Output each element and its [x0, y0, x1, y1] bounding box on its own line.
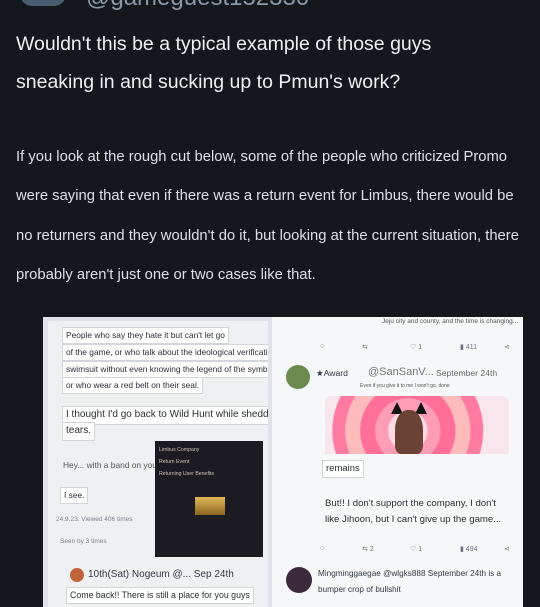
- post-header: @gameguest152330: [0, 0, 540, 12]
- view-count: ▮ 411: [460, 344, 477, 351]
- ad-text: Limbus Company: [159, 447, 200, 453]
- user-handle[interactable]: @gameguest152330: [86, 0, 309, 12]
- share-icon[interactable]: ⋖: [504, 343, 510, 351]
- chat-bubble: I see.: [60, 487, 89, 504]
- award-sub: Even if you give it to me I won't go, do…: [360, 383, 450, 389]
- chat-bubble: tears.: [62, 422, 96, 441]
- chat-bubble: People who say they hate it but can't le…: [62, 327, 229, 344]
- ad-text: Returning User Benefits: [159, 471, 215, 477]
- award-handle[interactable]: @SanSanV...: [368, 366, 434, 378]
- retweet-icon[interactable]: ⇆: [362, 343, 368, 351]
- event-ad-image[interactable]: Limbus Company Return Event Returning Us…: [155, 441, 263, 557]
- chat-bubble: or who wear a red belt on their seal.: [62, 377, 204, 394]
- ad-emblem: [195, 497, 225, 515]
- chat-bubble: swimsuit without even knowing the legend…: [62, 361, 268, 378]
- award-date: September 24th: [436, 368, 498, 378]
- screenshot-collage[interactable]: People who say they hate it but can't le…: [43, 317, 523, 607]
- like-count[interactable]: ♡ 1: [410, 343, 422, 351]
- person-figure: [395, 410, 423, 454]
- reply-text: bumper crop of bullshit: [318, 585, 401, 594]
- share-icon[interactable]: ⋖: [504, 545, 510, 553]
- view-count: ▮ 494: [460, 546, 478, 553]
- ad-text: Return Event: [159, 459, 190, 465]
- award-user[interactable]: ★Award: [316, 368, 348, 379]
- chat-bubble: But!! I don't support the company, I don…: [325, 498, 496, 509]
- right-feed-panel: Jeju city and county, and the time is ch…: [272, 317, 523, 607]
- retweet-count[interactable]: ⇆ 2: [362, 545, 374, 553]
- post-body-line-4: probably aren't just one or two cases li…: [16, 267, 316, 283]
- seen-count: Seen by 3 times: [60, 538, 107, 545]
- action-bar: ○ ⇆ ♡ 1 ▮ 411 ⋖: [320, 343, 520, 353]
- attached-image[interactable]: [325, 396, 509, 454]
- chat-timestamp: 24.9.23. Viewed 406 times: [56, 516, 133, 523]
- reply-icon[interactable]: ○: [320, 545, 324, 552]
- reply-text: Come back!! There is still a place for y…: [66, 587, 254, 604]
- post-body-line-1: If you look at the rough cut below, some…: [16, 149, 508, 165]
- post-title-line-2: sneaking in and sucking up to Pmun's wor…: [16, 71, 401, 93]
- post-title-line-1: Wouldn't this be a typical example of th…: [16, 33, 432, 55]
- reply-icon[interactable]: ○: [320, 343, 324, 350]
- left-chat-panel: People who say they hate it but can't le…: [48, 321, 268, 607]
- post-body-line-3: no returners and they wouldn't do it, bu…: [16, 228, 519, 244]
- avatar[interactable]: [20, 0, 66, 6]
- like-count[interactable]: ♡ 1: [410, 545, 422, 553]
- user-line[interactable]: 10th(Sat) Nogeum @... Sep 24th: [88, 569, 234, 580]
- user-line[interactable]: Mingminggaegae @wlgks888 September 24th …: [318, 569, 501, 578]
- caption: Jeju city and county, and the time is ch…: [382, 318, 519, 325]
- action-bar: ○ ⇆ 2 ♡ 1 ▮ 494 ⋖: [320, 545, 520, 555]
- chat-bubble: remains: [322, 460, 364, 478]
- post-body-line-2: were saying that even if there was a ret…: [16, 188, 514, 204]
- avatar[interactable]: [70, 568, 84, 582]
- chat-bubble: like Jihoon, but I can't give up the gam…: [325, 514, 502, 525]
- avatar[interactable]: [286, 365, 310, 389]
- chat-bubble: of the game, or who talk about the ideol…: [62, 344, 268, 361]
- avatar[interactable]: [286, 567, 312, 593]
